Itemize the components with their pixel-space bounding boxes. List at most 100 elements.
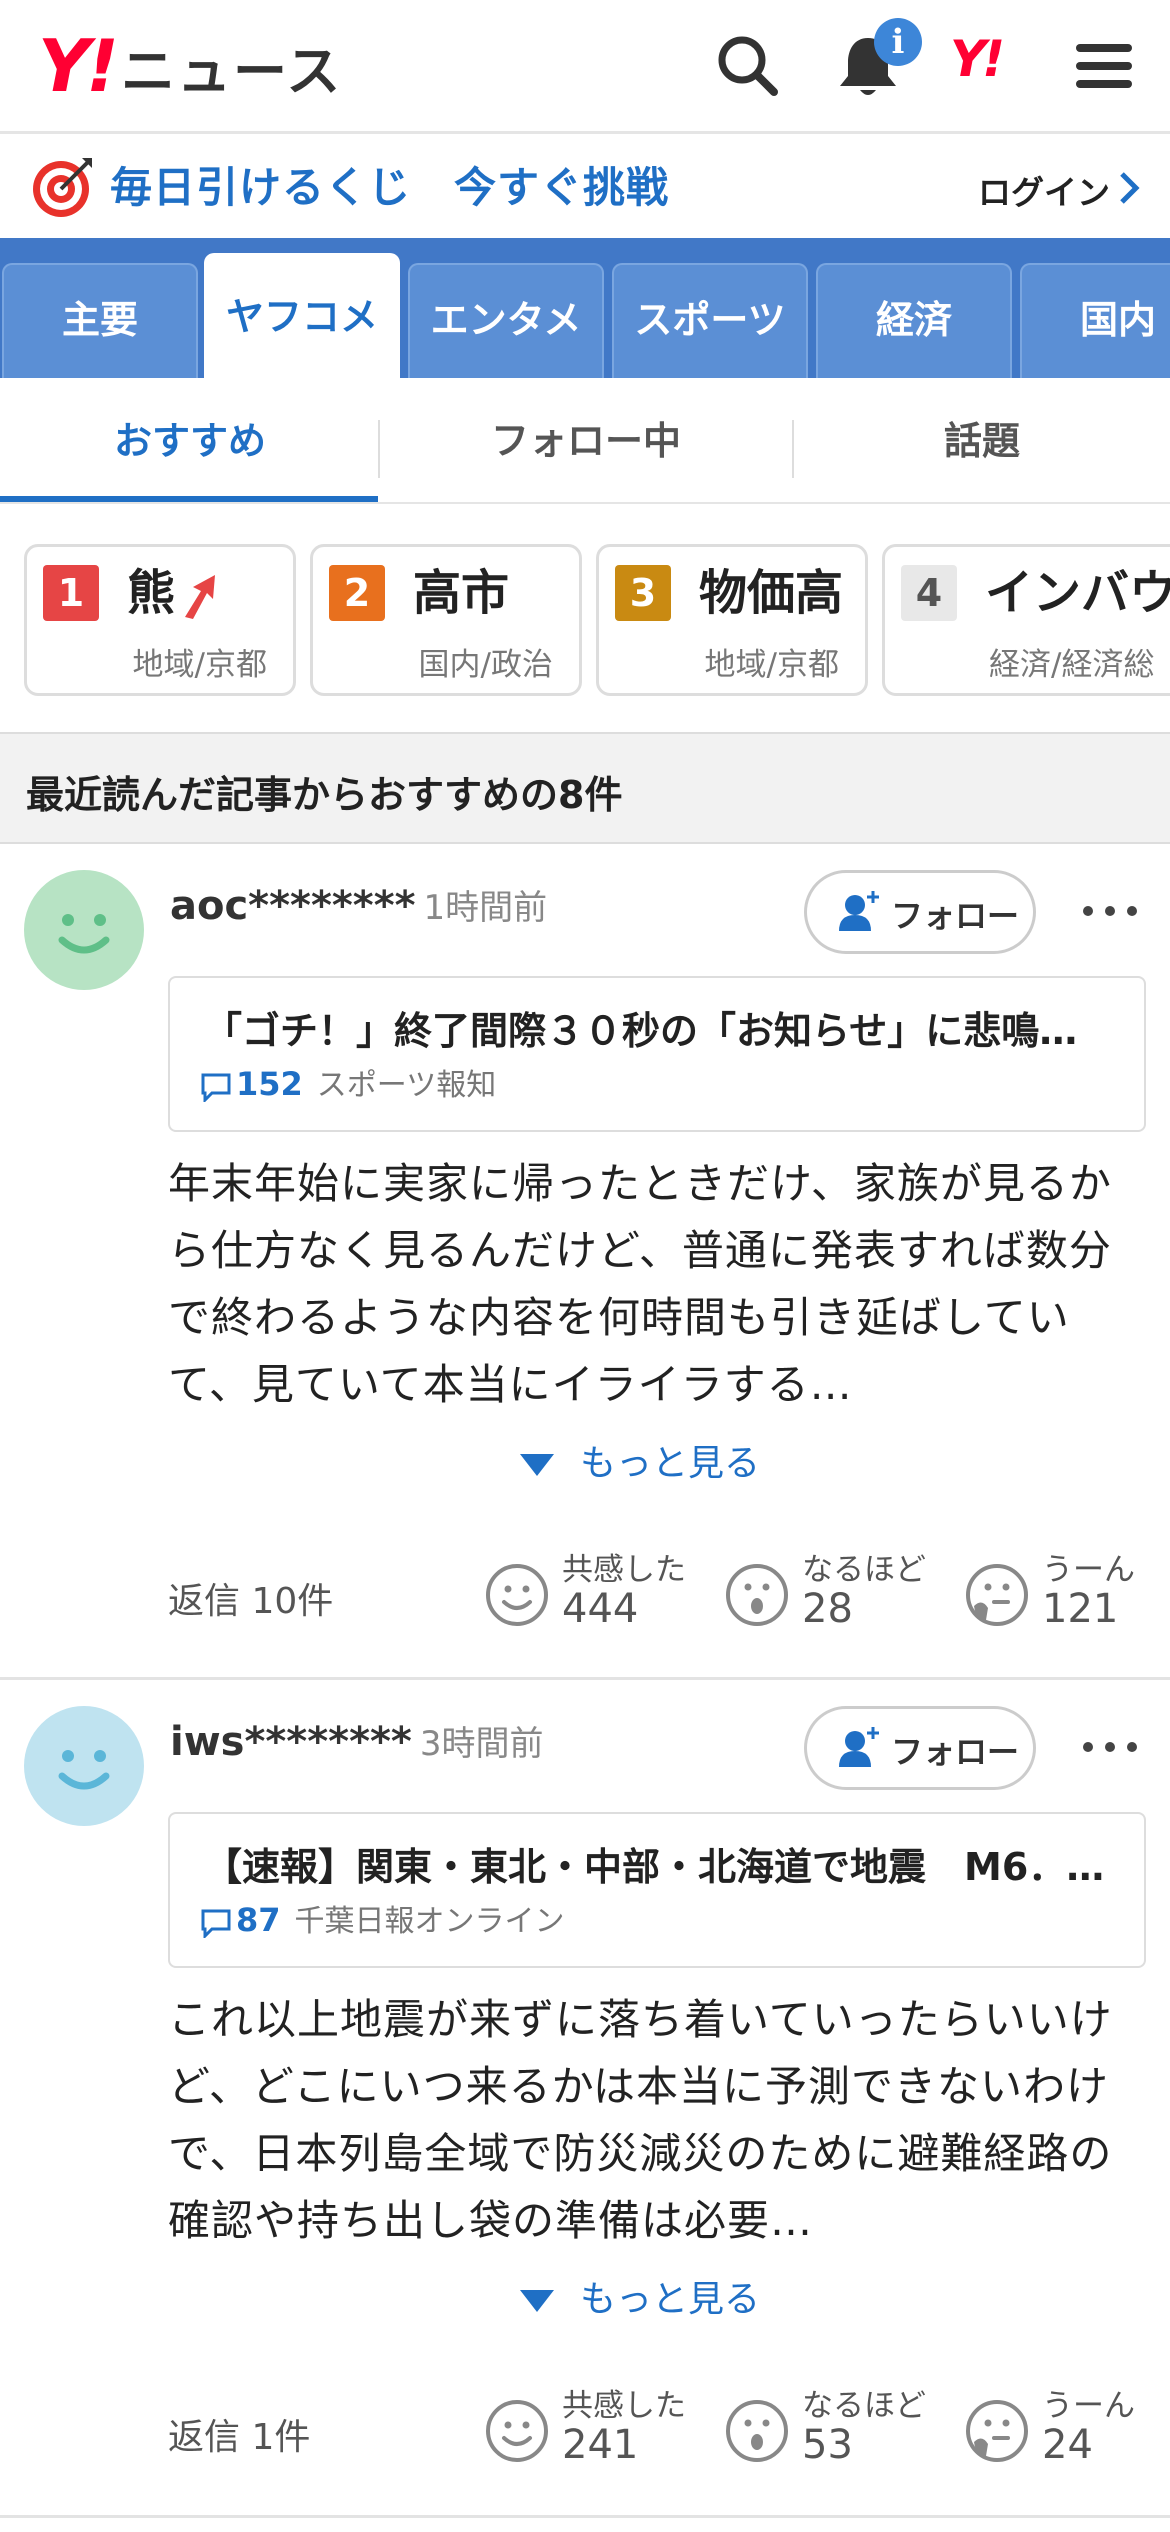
smiley-avatar-icon: [58, 914, 110, 954]
chevron-right-icon: [1120, 172, 1140, 204]
trending-keywords: 1 熊 地域/京都 2 高市 国内/政治 3 物価高 地域/京都 4 インバウ …: [0, 504, 1170, 732]
comment-card: aoc******** 1時間前 フォロー 「ゴチ！」終了間際３０秒の「お知らせ」…: [0, 844, 1170, 1680]
more-options-icon[interactable]: [1078, 904, 1142, 918]
trending-category: 経済/経済総: [989, 647, 1155, 683]
reaction-count: 444: [562, 1586, 639, 1632]
avatar[interactable]: [24, 870, 144, 990]
triangle-down-icon: [520, 2290, 554, 2312]
thinking-icon: [966, 2400, 1028, 2462]
subtab-divider: [378, 420, 380, 478]
article-meta: 152 スポーツ報知: [200, 1060, 496, 1104]
trending-card[interactable]: 1 熊 地域/京都: [24, 544, 296, 696]
article-title: 【速報】関東・東北・中部・北海道で地震 M6．…: [204, 1845, 1105, 1889]
comment-time: 1時間前: [423, 888, 548, 928]
yahoo-news-logo[interactable]: Y! ニュース: [38, 26, 342, 106]
follow-button[interactable]: フォロー: [804, 870, 1036, 954]
subtab-recommended[interactable]: おすすめ: [0, 378, 380, 504]
add-user-icon: [839, 891, 879, 931]
reaction-empathy-button[interactable]: 共感した 444: [484, 1544, 704, 1644]
section-title: 最近読んだ記事からおすすめの8件: [26, 773, 623, 817]
reaction-count: 121: [1042, 1586, 1119, 1632]
smile-icon: [486, 2400, 548, 2462]
yahoo-top-link[interactable]: Y!: [950, 34, 1022, 106]
linked-article[interactable]: 「ゴチ！」終了間際３０秒の「お知らせ」に悲鳴… 152 スポーツ報知: [168, 976, 1146, 1132]
reaction-empathy-button[interactable]: 共感した 241: [484, 2380, 704, 2480]
reaction-label: なるほど: [802, 1552, 926, 1588]
avatar[interactable]: [24, 1706, 144, 1826]
comment-text: 年末年始に実家に帰ったときだけ、家族が見るから仕方なく見るんだけど、普通に発表す…: [168, 1159, 1112, 1409]
article-meta: 87 千葉日報オンライン: [200, 1896, 565, 1940]
trending-card[interactable]: 3 物価高 地域/京都: [596, 544, 868, 696]
section-header: 最近読んだ記事からおすすめの8件: [0, 732, 1170, 844]
reaction-count: 28: [802, 1586, 853, 1632]
reaction-label: なるほど: [802, 2388, 926, 2424]
app-header: Y! ニュース i Y!: [0, 0, 1170, 134]
trending-card[interactable]: 4 インバウ 経済/経済総: [882, 544, 1170, 696]
triangle-down-icon: [520, 1454, 554, 1476]
tab-economy[interactable]: 経済: [816, 263, 1012, 378]
trending-card[interactable]: 2 高市 国内/政治: [310, 544, 582, 696]
trending-word: 高市: [413, 565, 510, 621]
rank-badge: 3: [615, 565, 671, 621]
comment-username[interactable]: aoc******** 1時間前: [170, 880, 547, 929]
sub-tabs: おすすめ フォロー中 話題: [0, 378, 1170, 504]
thinking-icon: [966, 1564, 1028, 1626]
promo-text[interactable]: 毎日引けるくじ 今すぐ挑戦: [110, 154, 669, 215]
trending-word: 物価高: [699, 565, 844, 621]
comment-username[interactable]: iws******** 3時間前: [170, 1716, 543, 1765]
notification-badge: i: [874, 18, 922, 66]
add-user-icon: [839, 1727, 879, 1767]
yahoo-logo-mark: Y!: [38, 24, 119, 108]
tab-yahoo-comments[interactable]: ヤフコメ: [204, 253, 400, 378]
follow-label: フォロー: [891, 1733, 1020, 1771]
rank-badge: 4: [901, 565, 957, 621]
rank-badge: 2: [329, 565, 385, 621]
surprised-icon: [726, 2400, 788, 2462]
target-icon: [30, 154, 96, 220]
subtab-following[interactable]: フォロー中: [396, 378, 776, 504]
show-more-link[interactable]: もっと見る: [520, 1434, 760, 1486]
rising-arrow-icon: [185, 575, 216, 619]
replies-link[interactable]: 返信 10件: [168, 1572, 333, 1624]
search-icon[interactable]: [712, 30, 784, 102]
subtab-trending[interactable]: 話題: [792, 378, 1170, 504]
active-subtab-underline: [0, 496, 378, 502]
tab-main[interactable]: 主要: [2, 263, 198, 378]
article-comment-count: 87: [236, 1901, 281, 1939]
article-source: スポーツ報知: [316, 1068, 497, 1103]
reaction-hmm-button[interactable]: うーん 24: [964, 2380, 1164, 2480]
tab-entertainment[interactable]: エンタメ: [408, 263, 604, 378]
more-options-icon[interactable]: [1078, 1740, 1142, 1754]
trending-category: 地域/京都: [132, 647, 267, 683]
reaction-hmm-button[interactable]: うーん 121: [964, 1544, 1164, 1644]
reaction-insightful-button[interactable]: なるほど 53: [724, 2380, 944, 2480]
article-source: 千葉日報オンライン: [294, 1904, 565, 1939]
yahoo-small-logo: Y!: [950, 30, 1005, 88]
reaction-count: 241: [562, 2422, 639, 2468]
surprised-icon: [726, 1564, 788, 1626]
lottery-promo-bar[interactable]: 毎日引けるくじ 今すぐ挑戦 ログイン: [0, 134, 1170, 238]
menu-icon[interactable]: [1068, 30, 1140, 102]
smile-icon: [486, 1564, 548, 1626]
linked-article[interactable]: 【速報】関東・東北・中部・北海道で地震 M6．… 87 千葉日報オンライン: [168, 1812, 1146, 1968]
replies-link[interactable]: 返信 1件: [168, 2408, 310, 2460]
show-more-link[interactable]: もっと見る: [520, 2270, 760, 2322]
reaction-label: 共感した: [562, 1552, 686, 1588]
article-comment-count: 152: [236, 1065, 303, 1103]
follow-label: フォロー: [891, 897, 1020, 935]
news-logo-text: ニュース: [120, 39, 343, 103]
article-title: 「ゴチ！」終了間際３０秒の「お知らせ」に悲鳴…: [204, 1009, 1078, 1053]
login-link[interactable]: ログイン: [978, 166, 1110, 214]
tab-domestic[interactable]: 国内: [1020, 263, 1170, 378]
category-tabs: 主要 ヤフコメ エンタメ スポーツ 経済 国内: [0, 238, 1170, 378]
rank-badge: 1: [43, 565, 99, 621]
comment-bubble-icon: [201, 1073, 231, 1104]
comment-text: これ以上地震が来ずに落ち着いていったらいいけど、どこにいつ来るかは本当に予測でき…: [168, 1995, 1113, 2245]
follow-button[interactable]: フォロー: [804, 1706, 1036, 1790]
trending-word: 熊: [127, 555, 219, 631]
tab-sports[interactable]: スポーツ: [612, 263, 808, 378]
reaction-count: 53: [802, 2422, 853, 2468]
reaction-label: 共感した: [562, 2388, 686, 2424]
smiley-avatar-icon: [58, 1750, 110, 1790]
reaction-insightful-button[interactable]: なるほど 28: [724, 1544, 944, 1644]
